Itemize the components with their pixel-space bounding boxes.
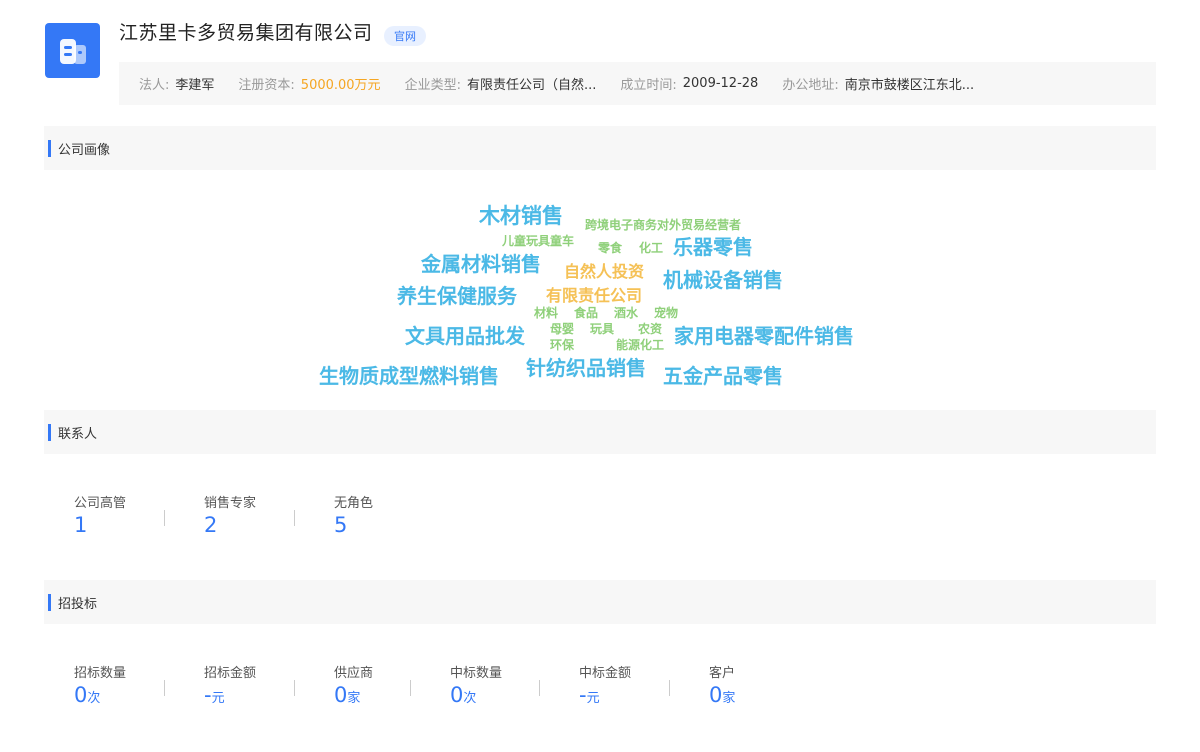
legal-person: 法人: 李建军 (139, 74, 214, 93)
divider (294, 510, 295, 526)
stat-unit: 元 (586, 691, 600, 706)
stat-unit: 次 (463, 691, 477, 706)
office-address-value: 南京市鼓楼区江东北... (844, 78, 975, 93)
divider (669, 680, 670, 696)
cloud-word: 自然人投资 (564, 262, 645, 281)
divider (539, 680, 540, 696)
divider (164, 510, 165, 526)
section-title: 公司画像 (58, 142, 111, 158)
company-info-bar: 法人: 李建军 注册资本: 5000.00万元 企业类型: 有限责任公司（自然.… (119, 62, 1156, 105)
stat-unit: 次 (87, 691, 101, 706)
bidding-stat-award-count[interactable]: 中标数量 0次 (450, 662, 502, 707)
bidding-stat-suppliers[interactable]: 供应商 0家 (334, 662, 373, 707)
divider (164, 680, 165, 696)
cloud-word: 养生保健服务 (397, 284, 517, 308)
section-company-portrait: 公司画像 (44, 126, 1156, 170)
cloud-word: 针纺织品销售 (526, 356, 646, 380)
cloud-word: 儿童玩具童车 (502, 234, 575, 248)
section-bidding: 招投标 (44, 580, 1156, 624)
building-icon (59, 38, 86, 64)
cloud-word: 材料 (534, 306, 559, 320)
cloud-word: 母婴 (550, 322, 575, 336)
cloud-word: 机械设备销售 (663, 268, 783, 292)
stat-value: 2 (204, 513, 218, 537)
cloud-word: 五金产品零售 (663, 364, 783, 388)
legal-person-value: 李建军 (175, 78, 215, 93)
official-site-tag[interactable]: 官网 (384, 26, 426, 46)
bidding-stat-customers[interactable]: 客户 0家 (709, 662, 735, 707)
stat-value: 0 (709, 683, 723, 707)
stat-unit: 元 (211, 691, 225, 706)
cloud-word: 金属材料销售 (421, 252, 541, 276)
bidding-stat-tender-count[interactable]: 招标数量 0次 (74, 662, 126, 707)
stat-value: 0 (74, 683, 88, 707)
contact-stat-sales-experts[interactable]: 销售专家 2 (204, 492, 256, 537)
cloud-word: 酒水 (614, 306, 639, 320)
section-title: 招投标 (58, 596, 98, 612)
stat-value: - (204, 683, 212, 707)
founded-date: 成立时间: 2009-12-28 (620, 76, 759, 93)
enterprise-type-value: 有限责任公司（自然... (466, 78, 597, 93)
section-title: 联系人 (58, 426, 98, 442)
cloud-word: 宠物 (654, 306, 679, 320)
cloud-word: 环保 (550, 338, 575, 352)
stat-unit: 家 (722, 691, 736, 706)
cloud-word: 化工 (639, 241, 664, 255)
registered-capital-value: 5000.00万元 (300, 78, 381, 93)
company-name: 江苏里卡多贸易集团有限公司 (119, 22, 373, 44)
bidding-stat-tender-amount[interactable]: 招标金额 -元 (204, 662, 256, 707)
tag-cloud: 木材销售 跨境电子商务对外贸易经营者 儿童玩具童车 零食 化工 乐器零售 金属材… (0, 170, 1200, 410)
section-contacts: 联系人 (44, 410, 1156, 454)
divider (294, 680, 295, 696)
cloud-word: 食品 (574, 306, 599, 320)
stat-value: - (579, 683, 587, 707)
company-logo (45, 23, 100, 78)
section-marker (48, 423, 51, 441)
contact-stat-executives[interactable]: 公司高管 1 (74, 492, 126, 537)
cloud-word: 有限责任公司 (546, 286, 643, 305)
stat-value: 0 (334, 683, 348, 707)
section-marker (48, 593, 51, 611)
contact-stat-no-role[interactable]: 无角色 5 (334, 492, 373, 537)
cloud-word: 家用电器零配件销售 (674, 324, 854, 348)
cloud-word: 零食 (598, 241, 623, 255)
section-marker (48, 139, 51, 157)
stat-unit: 家 (347, 691, 361, 706)
contacts-stats: 公司高管 1 销售专家 2 无角色 5 (44, 492, 1156, 552)
cloud-word: 能源化工 (616, 338, 665, 352)
cloud-word: 文具用品批发 (405, 324, 525, 348)
cloud-word: 生物质成型燃料销售 (319, 364, 499, 388)
registered-capital: 注册资本: 5000.00万元 (238, 74, 380, 93)
stat-value: 5 (334, 513, 348, 537)
founded-date-value: 2009-12-28 (682, 76, 759, 91)
stat-value: 0 (450, 683, 464, 707)
cloud-word: 农资 (638, 322, 663, 336)
enterprise-type: 企业类型: 有限责任公司（自然... (405, 74, 597, 93)
office-address: 办公地址: 南京市鼓楼区江东北... (782, 74, 974, 93)
cloud-word: 木材销售 (479, 204, 563, 228)
cloud-word: 玩具 (590, 322, 615, 336)
divider (410, 680, 411, 696)
stat-value: 1 (74, 513, 88, 537)
bidding-stats: 招标数量 0次 招标金额 -元 供应商 0家 中标数量 0次 中标金额 -元 客… (44, 662, 1156, 722)
cloud-word: 乐器零售 (673, 235, 753, 259)
bidding-stat-award-amount[interactable]: 中标金额 -元 (579, 662, 631, 707)
